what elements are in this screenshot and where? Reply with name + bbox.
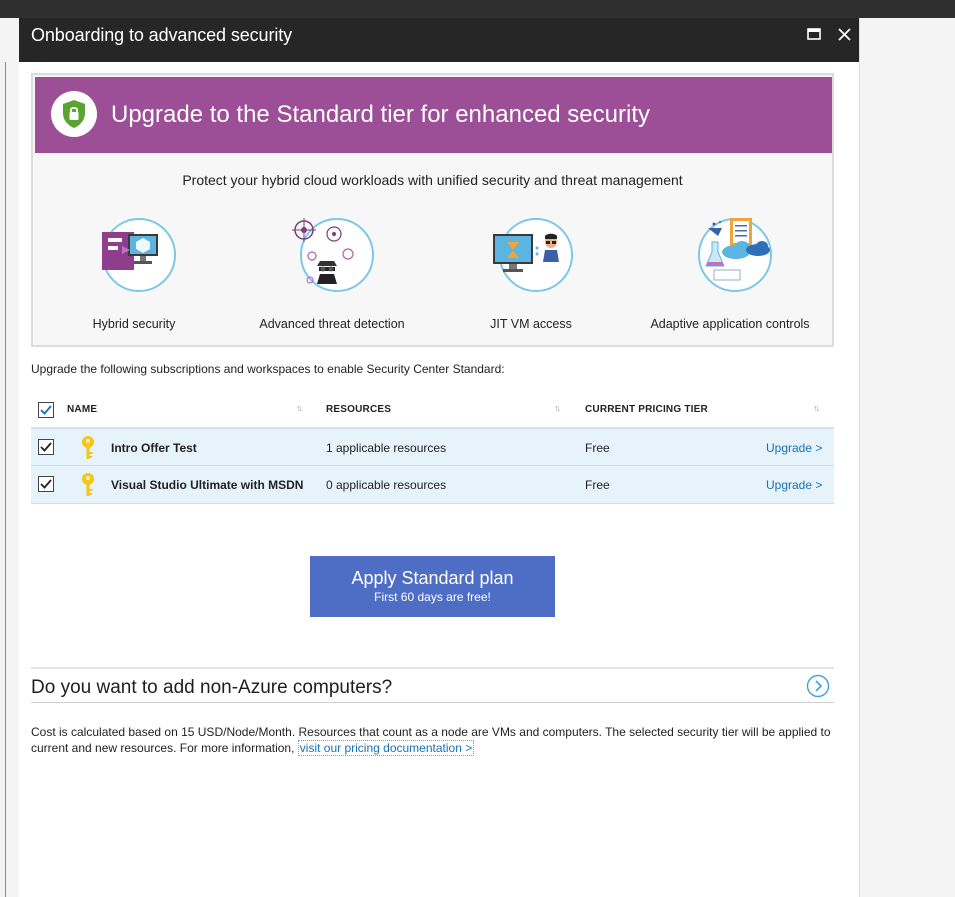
sort-name-icon[interactable]: ↑↓ <box>296 403 303 413</box>
maximize-button[interactable] <box>802 24 826 44</box>
table-row[interactable]: Intro Offer Test 1 applicable resources … <box>31 428 834 466</box>
row-checkbox[interactable] <box>38 439 54 455</box>
banner-title: Upgrade to the Standard tier for enhance… <box>111 101 650 128</box>
sort-resources-icon[interactable]: ↑↓ <box>554 403 561 413</box>
resources-count: 0 applicable resources <box>326 478 447 492</box>
feature-label: JIT VM access <box>490 317 572 331</box>
pricing-tier: Free <box>585 441 610 455</box>
checkmark-icon <box>40 479 52 489</box>
shield-lock-icon <box>63 100 85 128</box>
hybrid-security-icon <box>102 232 158 270</box>
blade-header: Onboarding to advanced security <box>19 18 859 62</box>
feature-advanced-threat-detection: Advanced threat detection <box>242 218 422 331</box>
empty-right-pane <box>859 18 955 897</box>
sort-tier-icon[interactable]: ↑↓ <box>813 403 820 413</box>
feature-label: Adaptive application controls <box>650 317 810 331</box>
previous-blade-edge <box>0 18 19 897</box>
feature-adaptive-application-controls: Adaptive application controls <box>640 218 820 331</box>
apply-standard-plan-button[interactable]: Apply Standard plan First 60 days are fr… <box>310 556 555 617</box>
subscription-key-icon <box>82 473 94 496</box>
adaptive-app-controls-icon <box>705 218 770 281</box>
chevron-right-circle-icon[interactable] <box>806 674 830 698</box>
feature-label: Hybrid security <box>92 317 176 331</box>
row-checkbox[interactable] <box>38 476 54 492</box>
upgrade-link[interactable]: Upgrade > <box>766 441 822 455</box>
non-azure-expander[interactable]: Do you want to add non-Azure computers? <box>31 669 834 702</box>
onboarding-blade: Onboarding to advanced security Upgrade … <box>19 18 859 897</box>
grid-header: NAME ↑↓ RESOURCES ↑↓ CURRENT PRICING TIE… <box>31 392 834 428</box>
feature-hybrid-security: Hybrid security <box>44 218 224 331</box>
jit-vm-access-icon <box>493 233 559 272</box>
apply-button-sublabel: First 60 days are free! <box>374 590 491 604</box>
resources-count: 1 applicable resources <box>326 441 447 455</box>
banner-subtitle: Protect your hybrid cloud workloads with… <box>182 172 683 188</box>
subscription-key-icon <box>82 436 94 459</box>
pricing-documentation-link[interactable]: visit our pricing documentation > <box>297 740 475 756</box>
table-row[interactable]: Visual Studio Ultimate with MSDN 0 appli… <box>31 466 834 504</box>
column-header-resources[interactable]: RESOURCES <box>326 404 391 415</box>
banner-header: Upgrade to the Standard tier for enhance… <box>35 77 832 153</box>
subscription-name: Visual Studio Ultimate with MSDN <box>111 478 304 492</box>
subscriptions-intro: Upgrade the following subscriptions and … <box>31 362 505 376</box>
subscription-name: Intro Offer Test <box>111 441 197 455</box>
pricing-footnote: Cost is calculated based on 15 USD/Node/… <box>31 724 831 756</box>
feature-label: Advanced threat detection <box>259 317 405 331</box>
feature-jit-vm-access: JIT VM access <box>441 218 621 331</box>
upgrade-link[interactable]: Upgrade > <box>766 478 822 492</box>
threat-detection-icon <box>292 218 354 284</box>
portal-top-strip <box>0 0 955 18</box>
select-all-checkbox[interactable] <box>38 402 54 418</box>
section-divider <box>31 702 834 703</box>
column-header-pricing-tier[interactable]: CURRENT PRICING TIER <box>585 404 708 415</box>
close-icon <box>837 27 851 41</box>
upgrade-banner: Upgrade to the Standard tier for enhance… <box>31 73 834 347</box>
maximize-icon <box>807 28 821 40</box>
apply-button-label: Apply Standard plan <box>351 568 514 588</box>
close-button[interactable] <box>832 24 856 44</box>
column-header-name[interactable]: NAME <box>67 404 97 415</box>
checkmark-icon <box>40 442 52 452</box>
checkmark-icon <box>40 405 52 415</box>
blade-edge-line <box>5 62 6 897</box>
security-shield-badge <box>51 91 97 137</box>
non-azure-title: Do you want to add non-Azure computers? <box>31 677 393 698</box>
subscriptions-grid: NAME ↑↓ RESOURCES ↑↓ CURRENT PRICING TIE… <box>31 392 834 504</box>
blade-title: Onboarding to advanced security <box>31 25 293 45</box>
pricing-tier: Free <box>585 478 610 492</box>
